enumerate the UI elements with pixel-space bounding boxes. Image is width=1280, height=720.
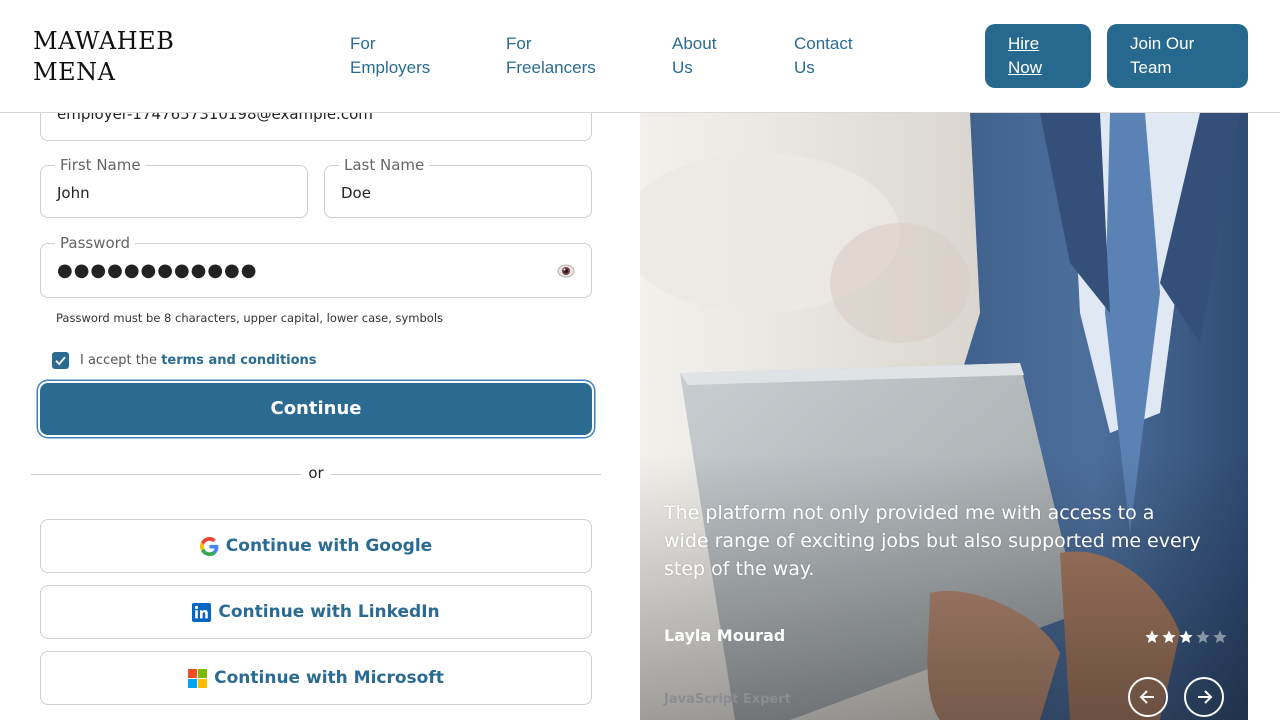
continue-with-google-button[interactable]: Continue with Google: [40, 519, 592, 573]
google-label: Continue with Google: [225, 536, 433, 556]
microsoft-label: Continue with Microsoft: [214, 668, 444, 688]
password-hint: Password must be 8 characters, upper cap…: [56, 311, 444, 325]
last-name-value: Doe: [341, 184, 371, 202]
divider-left: [31, 474, 301, 475]
checkmark-icon: [55, 356, 66, 366]
terms-checkbox[interactable]: [52, 352, 69, 369]
arrow-left-icon: [1139, 690, 1154, 704]
rating-stars: [1144, 629, 1228, 645]
nav-contact-us[interactable]: Contact Us: [794, 32, 853, 80]
star-icon: [1179, 630, 1193, 643]
hire-now-button[interactable]: Hire Now: [985, 24, 1091, 88]
terms-text: I accept the terms and conditions: [80, 353, 317, 368]
nav-for-freelancers[interactable]: For Freelancers: [506, 32, 596, 80]
testimonial-name: Layla Mourad: [664, 626, 786, 645]
star-icon: [1145, 630, 1159, 643]
eye-icon[interactable]: [557, 264, 575, 278]
next-testimonial-button[interactable]: [1184, 677, 1224, 717]
brand-logo[interactable]: MAWAHEB MENA: [33, 26, 174, 88]
google-icon: [199, 536, 219, 556]
first-name-value: John: [57, 184, 90, 202]
linkedin-icon: [192, 602, 212, 622]
password-label: Password: [55, 233, 136, 253]
continue-with-microsoft-button[interactable]: Continue with Microsoft: [40, 651, 592, 705]
testimonial-role: JavaScript Expert: [664, 692, 791, 707]
divider-right: [331, 474, 601, 475]
previous-testimonial-button[interactable]: [1128, 677, 1168, 717]
nav-about-us[interactable]: About Us: [672, 32, 716, 80]
password-field[interactable]: Password ●●●●●●●●●●●●: [40, 233, 592, 298]
first-name-field[interactable]: First Name John: [40, 155, 308, 218]
accept-prefix: I accept the: [80, 353, 162, 368]
star-icon: [1196, 630, 1210, 643]
or-separator: or: [308, 464, 324, 482]
first-name-label: First Name: [55, 155, 146, 175]
continue-with-linkedin-button[interactable]: Continue with LinkedIn: [40, 585, 592, 639]
last-name-field[interactable]: Last Name Doe: [324, 155, 592, 218]
microsoft-icon: [188, 668, 208, 688]
password-value: ●●●●●●●●●●●●: [57, 260, 258, 281]
last-name-label: Last Name: [339, 155, 430, 175]
linkedin-label: Continue with LinkedIn: [218, 602, 440, 622]
site-header: MAWAHEB MENA For Employers For Freelance…: [0, 0, 1280, 113]
star-icon: [1162, 630, 1176, 643]
terms-link[interactable]: terms and conditions: [161, 353, 316, 368]
testimonial-quote: The platform not only provided me with a…: [664, 502, 1201, 580]
brand-line-2: MENA: [33, 58, 116, 86]
nav-for-employers[interactable]: For Employers: [350, 32, 430, 80]
star-icon: [1213, 630, 1227, 643]
join-our-team-button[interactable]: Join Our Team: [1107, 24, 1248, 88]
brand-line-1: MAWAHEB: [33, 27, 175, 55]
arrow-right-icon: [1198, 690, 1213, 704]
continue-button[interactable]: Continue: [40, 383, 592, 435]
